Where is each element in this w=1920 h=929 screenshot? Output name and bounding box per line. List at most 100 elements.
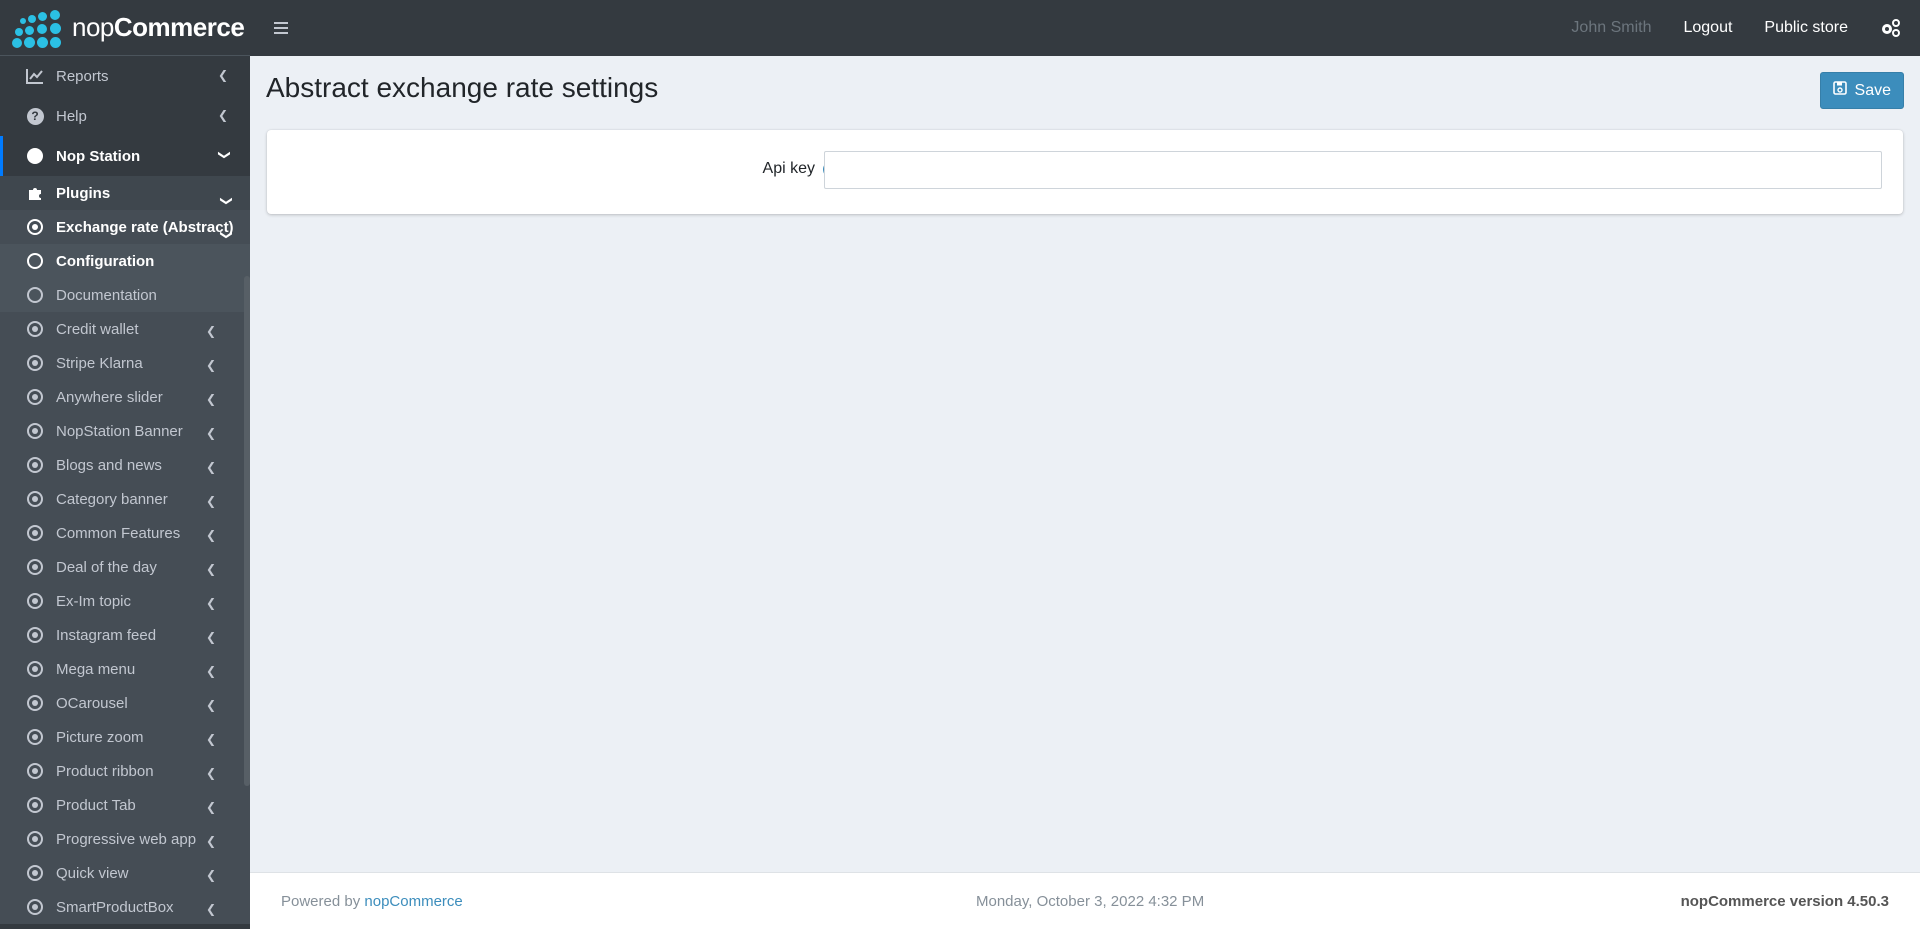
- chevron-left-icon: ❮: [205, 494, 216, 508]
- chevron-left-icon: ❮: [205, 392, 216, 406]
- footer: Powered by nopCommerce Monday, October 3…: [250, 872, 1920, 929]
- sidebar-item-label: Mega menu: [56, 660, 136, 678]
- sidebar-item-plugin[interactable]: Picture zoom ❮: [0, 720, 250, 754]
- chevron-left-icon: ❮: [205, 426, 216, 440]
- sidebar-item-plugin[interactable]: Mega menu ❮: [0, 652, 250, 686]
- sidebar-item-label: Exchange rate (Abstract): [56, 218, 234, 236]
- footer-version: nopCommerce version 4.50.3: [1680, 893, 1889, 910]
- sidebar-item-label: Common Features: [56, 524, 181, 542]
- sidebar-item-reports[interactable]: Reports ❮: [0, 56, 250, 96]
- nopcommerce-link[interactable]: nopCommerce: [364, 893, 462, 910]
- sidebar-item-label: Configuration: [56, 252, 155, 270]
- dot-circle-icon: [26, 592, 44, 610]
- chevron-down-icon: ❮: [215, 149, 230, 161]
- sidebar-item-label: Instagram feed: [56, 626, 157, 644]
- brand-logo[interactable]: nopCommerce: [0, 0, 250, 56]
- public-store-link[interactable]: Public store: [1764, 19, 1848, 37]
- main-content: Abstract exchange rate settings Save Api…: [250, 56, 1920, 872]
- dot-circle-icon: [26, 558, 44, 576]
- sidebar-item-help[interactable]: ? Help ❮: [0, 96, 250, 136]
- sidebar-item-plugin[interactable]: Category banner ❮: [0, 482, 250, 516]
- chevron-left-icon: ❮: [205, 596, 216, 610]
- dot-circle-icon: [26, 320, 44, 338]
- chevron-left-icon: ❮: [205, 630, 216, 644]
- chevron-left-icon: ❮: [205, 324, 216, 338]
- chevron-left-icon: ❮: [205, 358, 216, 372]
- sidebar-item-label: Nop Station: [56, 147, 141, 165]
- powered-by-text: Powered by: [281, 893, 365, 910]
- sidebar-item-label: OCarousel: [56, 694, 128, 712]
- sidebar-item-plugin[interactable]: Stripe Klarna ❮: [0, 346, 250, 380]
- chevron-left-icon: ❮: [205, 698, 216, 712]
- dot-circle-icon: [26, 728, 44, 746]
- sidebar-item-label: Reports: [56, 67, 109, 85]
- settings-card: Api key ?: [267, 130, 1903, 214]
- chevron-left-icon: ❮: [205, 732, 216, 746]
- sidebar-item-configuration[interactable]: Configuration: [0, 244, 250, 278]
- sidebar-item-label: Quick view: [56, 864, 129, 882]
- circle-icon: [26, 252, 44, 270]
- sidebar-item-plugin[interactable]: Quick view ❮: [0, 856, 250, 890]
- save-button-label: Save: [1854, 81, 1891, 99]
- sidebar-item-plugin[interactable]: Anywhere slider ❮: [0, 380, 250, 414]
- dot-circle-icon: [26, 830, 44, 848]
- sidebar-item-nop-station[interactable]: Nop Station ❮: [0, 136, 250, 176]
- logout-link[interactable]: Logout: [1683, 19, 1732, 37]
- cogs-icon[interactable]: [1880, 19, 1900, 37]
- api-key-input[interactable]: [824, 151, 1882, 189]
- sidebar-item-plugin[interactable]: Progressive web app ❮: [0, 822, 250, 856]
- sidebar-item-exchange-rate-abstract[interactable]: Exchange rate (Abstract) ❮: [0, 210, 250, 244]
- sidebar-item-plugin[interactable]: Product Tab ❮: [0, 788, 250, 822]
- sidebar-item-label: Ex-Im topic: [56, 592, 132, 610]
- sidebar-item-label: Product Tab: [56, 796, 136, 814]
- chevron-left-icon: ❮: [205, 562, 216, 576]
- sidebar-item-label: Product ribbon: [56, 762, 154, 780]
- floppy-disk-icon: [1832, 81, 1847, 100]
- dot-circle-icon: [26, 422, 44, 440]
- dot-circle-icon: [26, 218, 44, 236]
- api-key-label-text: Api key: [762, 160, 815, 177]
- sidebar-item-plugin[interactable]: SmartProductBox ❮: [0, 890, 250, 924]
- puzzle-piece-icon: [26, 184, 44, 202]
- top-nav-links: John Smith Logout Public store: [1539, 0, 1920, 56]
- dot-circle-icon: [26, 354, 44, 372]
- sidebar-item-plugin[interactable]: Common Features ❮: [0, 516, 250, 550]
- chevron-left-icon: ❮: [205, 834, 216, 848]
- sidebar-item-plugin[interactable]: Product ribbon ❮: [0, 754, 250, 788]
- dot-circle-icon: [26, 490, 44, 508]
- sidebar-item-label: Anywhere slider: [56, 388, 163, 406]
- chevron-left-icon: ❮: [205, 664, 216, 678]
- sidebar-item-plugin[interactable]: Instagram feed ❮: [0, 618, 250, 652]
- user-name-link[interactable]: John Smith: [1571, 19, 1651, 37]
- sidebar-item-label: Progressive web app: [56, 830, 197, 848]
- page-title: Abstract exchange rate settings: [266, 72, 659, 103]
- sidebar-item-plugin[interactable]: OCarousel ❮: [0, 686, 250, 720]
- menu-toggle-icon[interactable]: [274, 22, 288, 34]
- sidebar-item-label: Blogs and news: [56, 456, 162, 474]
- dot-circle-icon: [26, 388, 44, 406]
- chevron-left-icon: ❮: [205, 868, 216, 882]
- powered-by: Powered by nopCommerce: [281, 893, 463, 910]
- brand-name: nopCommerce: [72, 12, 245, 43]
- sidebar-item-plugin[interactable]: Credit wallet ❮: [0, 312, 250, 346]
- brand-name-bold: Commerce: [113, 12, 245, 42]
- footer-datetime: Monday, October 3, 2022 4:32 PM: [976, 893, 1205, 910]
- nopcommerce-logo-icon: [12, 8, 66, 48]
- dot-circle-icon: [26, 694, 44, 712]
- sidebar-item-label: Plugins: [56, 184, 111, 202]
- sidebar-item-documentation[interactable]: Documentation: [0, 278, 250, 312]
- dot-circle-icon: [26, 456, 44, 474]
- sidebar-item-plugin[interactable]: Blogs and news ❮: [0, 448, 250, 482]
- sidebar-item-plugin[interactable]: Deal of the day ❮: [0, 550, 250, 584]
- sidebar-item-plugins[interactable]: Plugins ❮: [0, 176, 250, 210]
- chevron-left-icon: ❮: [205, 800, 216, 814]
- sidebar-item-plugin[interactable]: NopStation Banner ❮: [0, 414, 250, 448]
- chevron-left-icon: ❮: [205, 902, 216, 916]
- brand-name-light: nop: [72, 12, 114, 42]
- save-button[interactable]: Save: [1819, 72, 1904, 109]
- dot-circle-icon: [26, 898, 44, 916]
- sidebar-item-label: NopStation Banner: [56, 422, 183, 440]
- sidebar-item-label: Stripe Klarna: [56, 354, 143, 372]
- sidebar-item-label: Credit wallet: [56, 320, 139, 338]
- sidebar-item-plugin[interactable]: Ex-Im topic ❮: [0, 584, 250, 618]
